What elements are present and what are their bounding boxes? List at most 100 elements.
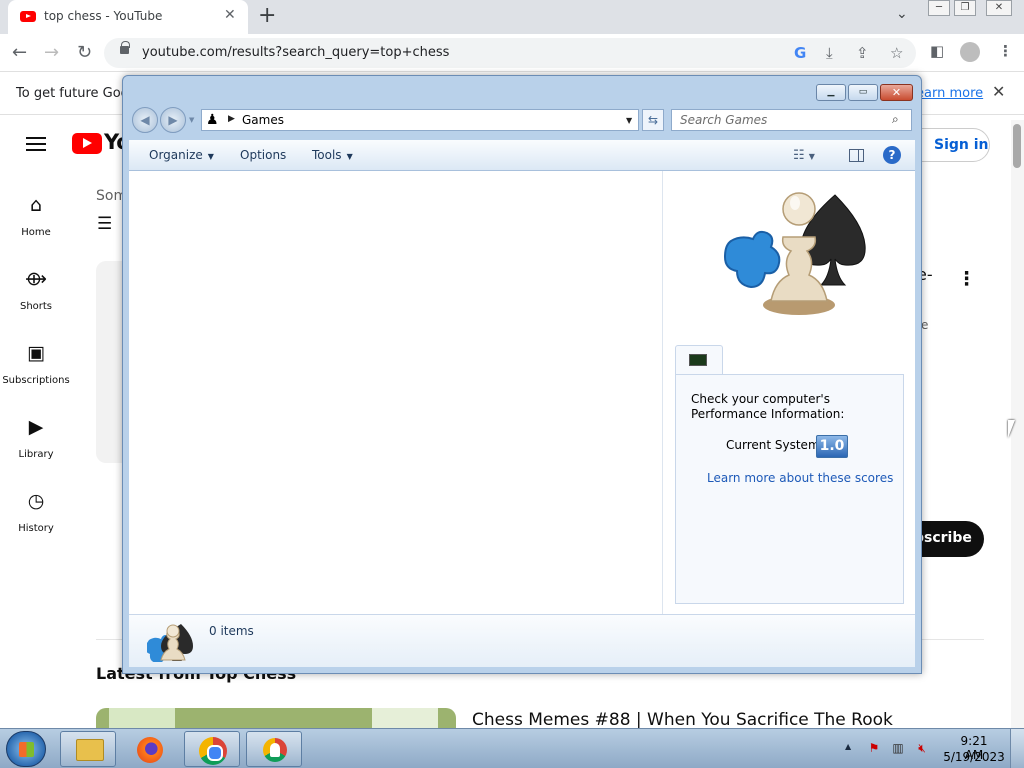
browser-tabstrip: top chess - YouTube ✕ + ⌄ ─ ❐ ✕ bbox=[0, 0, 1024, 34]
sidebar-item-shorts[interactable]: ⟴ Shorts bbox=[0, 268, 72, 313]
window-maximize-button[interactable]: ▭ bbox=[848, 84, 878, 101]
sidebar-item-history[interactable]: ◷ History bbox=[0, 490, 72, 535]
address-bar[interactable]: ♟ ▶ Games ▼ bbox=[201, 109, 639, 131]
preview-pane-icon[interactable] bbox=[849, 149, 864, 162]
games-artwork-icon bbox=[723, 192, 866, 315]
show-desktop-button[interactable] bbox=[1010, 729, 1024, 768]
games-info-pane: Check your computer's Performance Inform… bbox=[662, 171, 915, 614]
thumbnail-highlight bbox=[372, 708, 438, 730]
games-folder-icon: ♟ bbox=[206, 112, 219, 128]
performance-tab[interactable] bbox=[675, 345, 723, 375]
profile-avatar[interactable] bbox=[960, 42, 980, 62]
infobar-close-icon[interactable]: ✕ bbox=[992, 82, 1005, 101]
folder-icon bbox=[76, 739, 104, 761]
address-bar[interactable]: youtube.com/results?search_query=top+che… bbox=[104, 38, 916, 68]
sidebar-item-label: Subscriptions bbox=[2, 375, 70, 386]
change-view-icon[interactable]: ☷ ▼ bbox=[793, 148, 815, 163]
show-hidden-icons-icon[interactable]: ▲ bbox=[845, 742, 851, 751]
organize-label: Organize bbox=[149, 148, 203, 162]
command-bar: Organize ▼ Options Tools ▼ ☷ ▼ ? bbox=[129, 140, 915, 171]
bookmark-star-icon[interactable]: ☆ bbox=[890, 44, 903, 62]
file-list-area[interactable] bbox=[129, 171, 662, 614]
back-icon[interactable]: ← bbox=[12, 42, 27, 63]
filters-icon[interactable]: ☰ bbox=[97, 214, 112, 234]
clock-date[interactable]: 5/19/2023 bbox=[942, 750, 1006, 764]
options-button[interactable]: Options bbox=[240, 148, 286, 162]
home-icon: ⌂ bbox=[29, 194, 43, 216]
shorts-icon: ⟴ bbox=[25, 268, 47, 290]
channel-meta-fragment: e bbox=[921, 318, 929, 332]
window-close-button[interactable]: ✕ bbox=[880, 84, 913, 101]
breadcrumb-games[interactable]: Games bbox=[242, 113, 284, 127]
thumbnail-highlight bbox=[109, 708, 175, 730]
games-explorer-window: ▁ ▭ ✕ ◀ ▶ ▼ ♟ ▶ Games ▼ ⇆ Search Games ⌕… bbox=[122, 75, 922, 674]
back-arrow-icon[interactable]: ◀ bbox=[132, 107, 158, 133]
library-icon: ▶ bbox=[28, 416, 44, 438]
browser-toolbar: ← → ↻ youtube.com/results?search_query=t… bbox=[0, 34, 1024, 72]
browser-minimize-button[interactable]: ─ bbox=[928, 0, 950, 16]
chrome-icon bbox=[199, 737, 227, 765]
search-icon[interactable]: ⌕ bbox=[892, 112, 899, 127]
help-icon[interactable]: ? bbox=[883, 146, 901, 164]
sidebar-item-home[interactable]: ⌂ Home bbox=[0, 194, 72, 239]
sidebar-item-label: Home bbox=[21, 227, 51, 238]
recent-pages-chevron-icon[interactable]: ▼ bbox=[189, 116, 194, 124]
browser-close-button[interactable]: ✕ bbox=[986, 0, 1012, 16]
browser-menu-icon[interactable]: ⋮ bbox=[998, 42, 1013, 60]
page-scrollbar-thumb[interactable] bbox=[1013, 124, 1021, 168]
tab-close-icon[interactable]: ✕ bbox=[224, 7, 236, 23]
sidebar-item-library[interactable]: ▶ Library bbox=[0, 416, 72, 461]
options-label: Options bbox=[240, 148, 287, 162]
sidebar-item-label: History bbox=[18, 523, 54, 534]
lock-icon[interactable] bbox=[120, 41, 130, 54]
performance-score-badge[interactable]: 1.0 bbox=[816, 435, 848, 458]
games-small-icon bbox=[147, 624, 193, 662]
forward-icon[interactable]: → bbox=[44, 42, 59, 63]
sidebar-item-subscriptions[interactable]: ▣ Subscriptions bbox=[0, 342, 72, 387]
search-input[interactable]: Search Games ⌕ bbox=[671, 109, 912, 131]
address-dropdown-icon[interactable]: ▼ bbox=[626, 116, 632, 125]
subscribe-label: bscribe bbox=[914, 530, 972, 546]
youtube-logo-icon[interactable] bbox=[72, 133, 102, 154]
network-icon[interactable]: ▥ bbox=[890, 740, 906, 756]
menu-icon[interactable] bbox=[26, 137, 46, 151]
video-title-link[interactable]: Chess Memes #88 | When You Sacrifice The… bbox=[472, 710, 893, 730]
windows-taskbar: ▲ ⚑ ▥ 🔇︎ 9:21 AM 5/19/2023 bbox=[0, 728, 1024, 768]
firefox-icon bbox=[137, 737, 163, 763]
organize-menu[interactable]: Organize ▼ bbox=[149, 148, 214, 162]
tab-search-chevron-icon[interactable]: ⌄ bbox=[896, 6, 908, 22]
share-icon[interactable]: ⇪ bbox=[856, 44, 869, 62]
install-icon[interactable]: ⤓ bbox=[826, 44, 833, 62]
reload-icon[interactable]: ↻ bbox=[77, 42, 92, 63]
more-actions-icon[interactable]: ⋮ bbox=[957, 268, 976, 290]
taskbar-chrome-button[interactable] bbox=[184, 731, 240, 767]
volume-muted-icon[interactable]: 🔇︎ bbox=[914, 740, 930, 756]
refresh-icon[interactable]: ⇆ bbox=[642, 109, 664, 131]
tools-label: Tools bbox=[312, 148, 342, 162]
taskbar-games-button[interactable] bbox=[246, 731, 302, 767]
taskbar-firefox-button[interactable] bbox=[122, 731, 178, 767]
youtube-favicon-icon bbox=[20, 11, 36, 22]
sidebar-item-label: Shorts bbox=[19, 301, 53, 312]
tab-title: top chess - YouTube bbox=[44, 9, 163, 23]
browser-restore-button[interactable]: ❐ bbox=[954, 0, 976, 16]
taskbar-explorer-button[interactable] bbox=[60, 731, 116, 767]
breadcrumb-chevron-icon[interactable]: ▶ bbox=[228, 114, 235, 124]
side-panel-icon[interactable]: ◧ bbox=[930, 42, 944, 60]
subscriptions-icon: ▣ bbox=[27, 342, 45, 364]
browser-tab[interactable]: top chess - YouTube ✕ bbox=[8, 0, 248, 34]
new-tab-icon[interactable]: + bbox=[258, 3, 276, 28]
mouse-cursor-icon bbox=[1008, 420, 1022, 438]
learn-more-scores-link[interactable]: Learn more about these scores bbox=[707, 471, 893, 485]
details-pane: 0 items bbox=[129, 614, 915, 667]
url-text[interactable]: youtube.com/results?search_query=top+che… bbox=[142, 45, 449, 60]
window-minimize-button[interactable]: ▁ bbox=[816, 84, 846, 101]
sign-in-label: Sign in bbox=[934, 137, 989, 153]
infobar-learn-more-link[interactable]: earn more bbox=[916, 86, 983, 101]
forward-arrow-icon[interactable]: ▶ bbox=[160, 107, 186, 133]
start-button[interactable] bbox=[6, 731, 46, 767]
action-center-flag-icon[interactable]: ⚑ bbox=[866, 740, 882, 756]
current-system-label: Current System bbox=[726, 438, 820, 452]
google-lens-icon[interactable]: G bbox=[794, 44, 806, 62]
tools-menu[interactable]: Tools ▼ bbox=[312, 148, 353, 162]
